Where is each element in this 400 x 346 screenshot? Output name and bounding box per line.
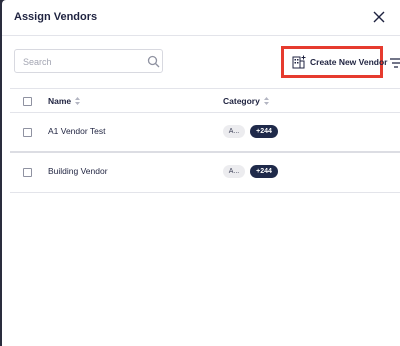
column-header-category[interactable]: Category [223,96,269,106]
column-header-name[interactable]: Name [48,96,81,106]
create-new-vendor-label: Create New Vendor [310,57,388,67]
search-field[interactable] [14,49,163,73]
search-input[interactable] [23,54,138,70]
assign-vendors-dialog: Assign Vendors Search Create New Vendor … [2,0,400,346]
more-categories-badge[interactable]: +244 [250,165,278,178]
dialog-header: Assign Vendors [2,0,400,36]
row-checkbox[interactable] [23,168,32,177]
table-header: Name Category [10,88,400,113]
close-icon[interactable] [372,10,386,24]
dialog-title: Assign Vendors [14,11,98,23]
vendor-name: A1 Vendor Test [48,126,106,136]
sort-icon[interactable] [75,97,81,105]
column-header-name-label: Name [48,96,72,106]
select-all-checkbox[interactable] [23,97,32,106]
row-checkbox[interactable] [23,128,32,137]
building-add-icon [292,55,306,69]
table-row[interactable]: A1 Vendor Test A... +244 [10,113,400,153]
filter-icon[interactable] [390,56,400,68]
category-chip[interactable]: A... [223,125,245,138]
table-row[interactable]: Building Vendor A... +244 [10,153,400,193]
more-categories-badge[interactable]: +244 [250,125,278,138]
search-icon[interactable] [147,55,160,68]
sort-icon[interactable] [263,97,269,105]
create-new-vendor-button[interactable]: Create New Vendor [281,46,387,78]
category-chip[interactable]: A... [223,165,245,178]
vendor-name: Building Vendor [48,166,108,176]
column-header-category-label: Category [223,96,260,106]
